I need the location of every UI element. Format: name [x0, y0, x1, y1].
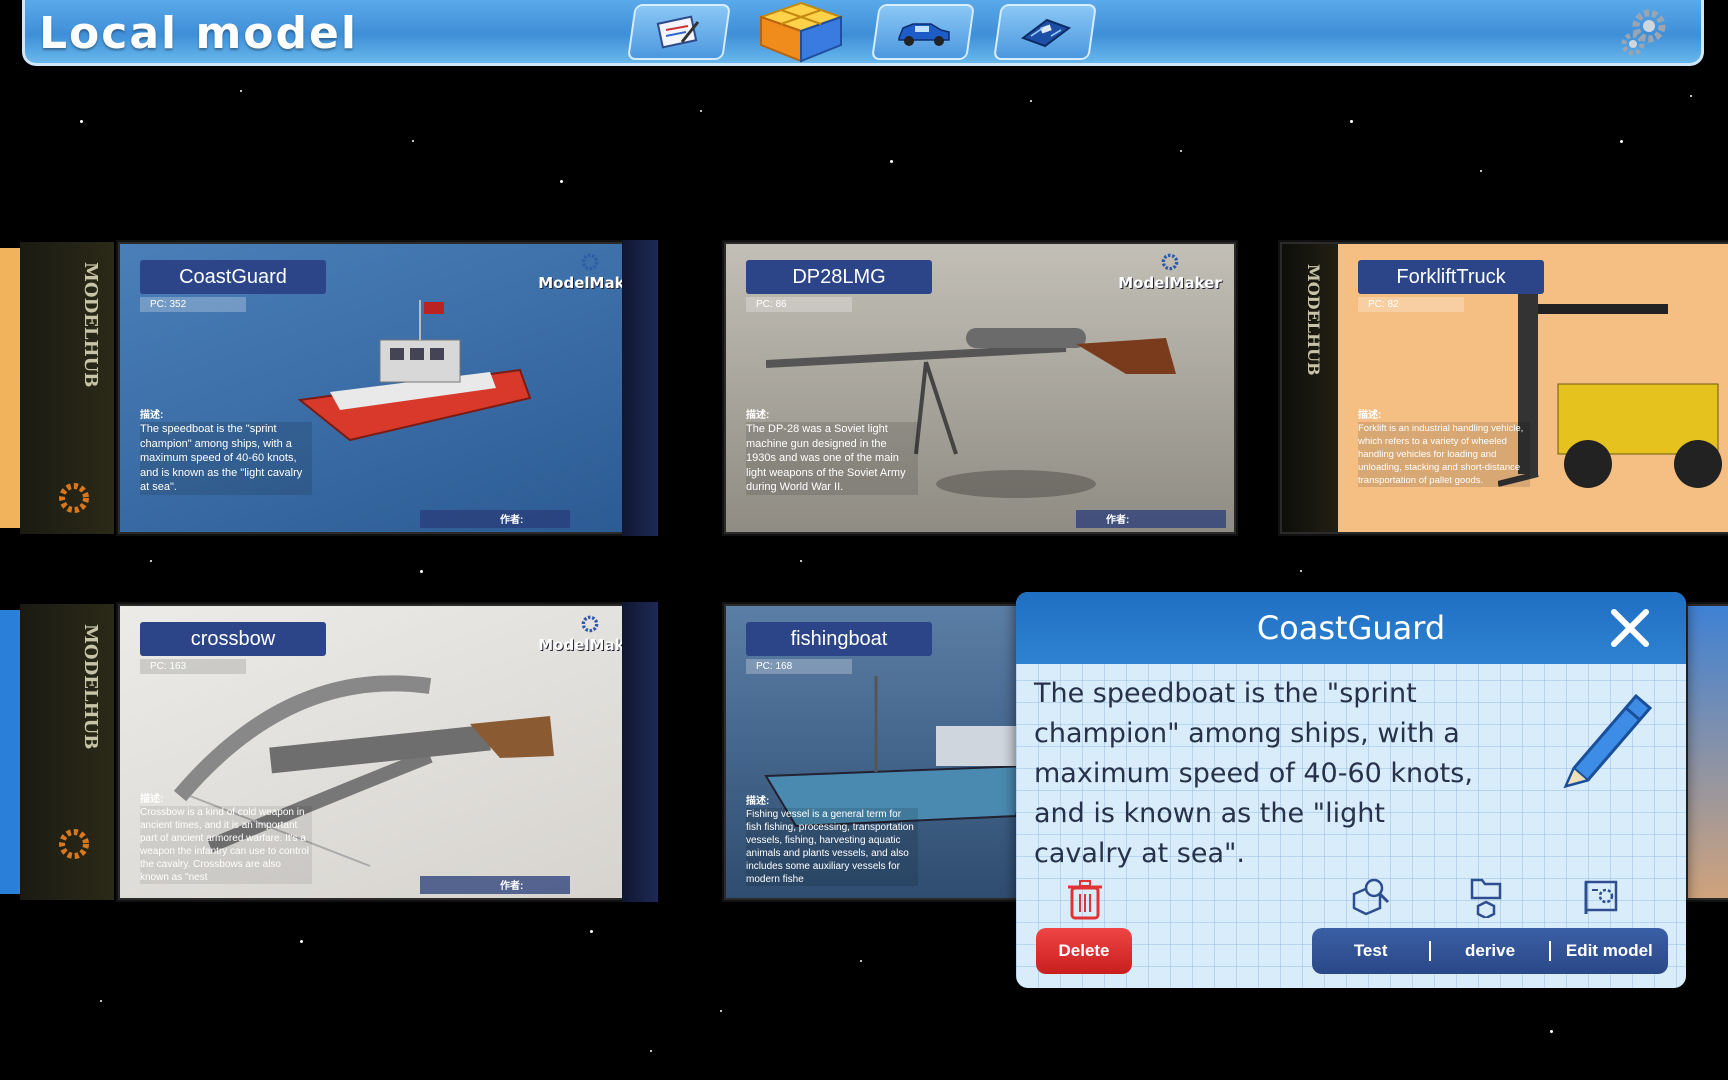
author-label: 作者:: [1106, 515, 1130, 526]
desc-label: 描述:: [140, 794, 164, 805]
card-title: CoastGuard: [140, 260, 326, 294]
model-card-crossbow[interactable]: crossbow PC: 163 ModelMaker 描述: Crossbow…: [118, 602, 658, 902]
desc-label: 描述:: [746, 410, 770, 421]
card-pc-count: PC: 168: [746, 659, 852, 674]
gear-logo-icon: [59, 483, 89, 513]
card-description: The DP-28 was a Soviet light machine gun…: [746, 422, 918, 495]
card-title: ForkliftTruck: [1358, 260, 1544, 294]
edit-blueprint-icon[interactable]: [1580, 874, 1624, 918]
action-button-bar: Test derive Edit model: [1312, 928, 1668, 974]
car-icon: [898, 23, 950, 46]
close-icon[interactable]: [1608, 606, 1652, 650]
top-header-bar: Local model: [22, 0, 1704, 66]
delete-button[interactable]: Delete: [1036, 928, 1132, 974]
partial-card-left-bottom[interactable]: MODELHUB: [0, 604, 114, 900]
partial-card-right-bottom[interactable]: [1686, 604, 1728, 900]
gear-logo-icon: [59, 829, 89, 859]
model-box-icon: [757, 1, 845, 63]
test-search-icon[interactable]: [1348, 874, 1392, 918]
tab-circuit-board[interactable]: [993, 4, 1097, 60]
card-pc-count: PC: 86: [746, 297, 852, 312]
mode-tabs: [627, 1, 1097, 63]
pen-icon[interactable]: [1556, 686, 1656, 798]
coastguard-boat-image: [297, 300, 532, 442]
card-title: fishingboat: [746, 622, 932, 656]
model-card-dp28lmg[interactable]: DP28LMG PC: 86 ModelMaker 描述: The DP-28 …: [724, 242, 1236, 534]
modelmaker-logo: ModelMaker: [1118, 252, 1222, 292]
trash-icon[interactable]: [1068, 880, 1102, 920]
blueprint-icon: [656, 15, 700, 49]
desc-label: 描述:: [746, 796, 770, 807]
model-card-coastguard[interactable]: CoastGuard PC: 352 ModelMaker 描述: The sp…: [118, 240, 658, 536]
popup-description: The speedboat is the "sprint champion" a…: [1034, 678, 1473, 869]
brand-label: ModelMaker: [1118, 274, 1222, 292]
card-description: The speedboat is the "sprint champion" a…: [140, 422, 312, 495]
side-brand-label: MODELHUB: [1304, 264, 1323, 376]
gear-icon[interactable]: [1615, 4, 1671, 60]
popup-title: CoastGuard: [1256, 609, 1446, 647]
card-description: Fishing vessel is a general term for fis…: [746, 808, 918, 886]
test-button[interactable]: Test: [1312, 928, 1429, 974]
side-brand-label: MODELHUB: [80, 262, 101, 388]
page-title: Local model: [39, 8, 358, 59]
tab-car[interactable]: [871, 4, 975, 60]
desc-label: 描述:: [1358, 410, 1382, 421]
gear-logo-icon: [1161, 253, 1179, 271]
derive-folder-icon[interactable]: [1464, 874, 1508, 918]
gear-logo-icon: [581, 615, 599, 633]
card-description: Forklift is an industrial handling vehic…: [1358, 422, 1530, 487]
tab-blueprint[interactable]: [627, 4, 731, 60]
circuit-board-icon: [1020, 18, 1072, 48]
gear-logo-icon: [581, 253, 599, 271]
card-title: DP28LMG: [746, 260, 932, 294]
side-brand-label: MODELHUB: [80, 624, 101, 750]
card-pc-count: PC: 163: [140, 659, 246, 674]
model-detail-popup: CoastGuard The speedboat is the "sprint …: [1016, 592, 1686, 988]
desc-label: 描述:: [140, 410, 164, 421]
popup-header: CoastGuard: [1016, 592, 1686, 664]
tab-model-box[interactable]: [749, 1, 853, 63]
author-label: 作者:: [500, 881, 524, 892]
partial-card-left-top[interactable]: MODELHUB: [0, 242, 114, 534]
forklift-image: [1498, 294, 1722, 488]
card-title: crossbow: [140, 622, 326, 656]
card-description: Crossbow is a kind of cold weapon in anc…: [140, 806, 312, 884]
card-pc-count: PC: 82: [1358, 297, 1464, 312]
author-label: 作者:: [500, 515, 524, 526]
card-pc-count: PC: 352: [140, 297, 246, 312]
edit-model-button[interactable]: Edit model: [1551, 928, 1668, 974]
model-card-forklift[interactable]: MODELHUB ForkliftTruck PC: 82 描述: Forkli…: [1280, 242, 1728, 534]
derive-button[interactable]: derive: [1431, 928, 1548, 974]
